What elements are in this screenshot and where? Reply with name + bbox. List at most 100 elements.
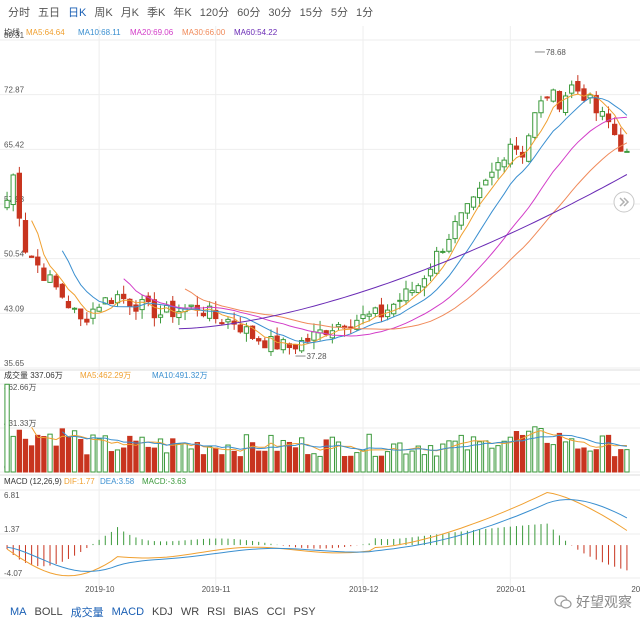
period-tab-11[interactable]: 5分 <box>327 3 352 23</box>
candle <box>624 150 630 153</box>
volume-bar <box>84 454 90 473</box>
candle <box>446 238 452 252</box>
macd-tick-label: 6.81 <box>4 491 20 500</box>
candle <box>292 343 299 350</box>
ma-legend-item: MA60:54.22 <box>234 28 278 37</box>
period-tab-2[interactable]: 日K <box>64 3 90 23</box>
candle <box>10 174 16 206</box>
candle <box>391 303 397 315</box>
volume-bar <box>360 449 366 473</box>
candle <box>569 84 575 94</box>
period-tab-8[interactable]: 60分 <box>233 3 264 23</box>
indicator-tabs: MA BOLL 成交量 MACD KDJ WR RSI BIAS CCI PSY <box>0 602 640 622</box>
candle <box>335 324 342 328</box>
candle <box>532 112 538 138</box>
candle <box>538 100 544 114</box>
date-tick-label: 2019-11 <box>202 585 231 594</box>
indicator-tab-0[interactable]: MA <box>6 606 31 618</box>
volume-bar <box>569 438 575 473</box>
period-tab-12[interactable]: 1分 <box>352 3 377 23</box>
volume-bar <box>16 429 22 473</box>
volume-bar <box>90 434 96 473</box>
volume-bar <box>341 456 348 473</box>
price-tick-label: 50.54 <box>4 250 25 259</box>
volume-bar <box>292 447 299 473</box>
volume-bar <box>489 447 495 473</box>
candle <box>59 283 65 298</box>
indicator-tab-7[interactable]: BIAS <box>229 606 262 618</box>
volume-bar <box>323 439 329 473</box>
dea-line <box>7 499 628 572</box>
volume-bar <box>286 441 293 473</box>
indicator-tab-3[interactable]: MACD <box>108 606 148 618</box>
period-tab-3[interactable]: 周K <box>90 3 116 23</box>
indicator-tab-4[interactable]: KDJ <box>148 606 177 618</box>
indicator-tab-5[interactable]: WR <box>177 606 203 618</box>
candle <box>225 318 231 323</box>
volume-bar <box>35 434 41 473</box>
volume-bar <box>108 451 115 473</box>
candle <box>35 256 41 266</box>
ma-legend-item: MA10:68.11 <box>78 28 121 37</box>
date-tick-label: 2020-01 <box>496 585 526 594</box>
period-tab-1[interactable]: 五日 <box>34 3 64 23</box>
ma-legend-item: MA5:64.64 <box>26 28 65 37</box>
volume-legend-item: 成交量 337.06万 <box>4 370 63 380</box>
volume-bar <box>556 432 563 473</box>
indicator-tab-8[interactable]: CCI <box>263 606 290 618</box>
volume-bar <box>59 428 65 473</box>
period-tab-7[interactable]: 120分 <box>196 3 233 23</box>
price-tick-label: 43.09 <box>4 304 25 313</box>
candle <box>28 255 35 258</box>
candle <box>550 89 556 102</box>
candle <box>96 306 102 312</box>
candle <box>22 220 29 253</box>
candle <box>458 212 464 226</box>
volume-bar <box>262 450 268 473</box>
volume-bar <box>274 450 280 473</box>
volume-bar <box>188 448 194 473</box>
volume-bar <box>176 443 182 473</box>
volume-bar <box>41 436 47 473</box>
collapse-button[interactable] <box>612 190 636 219</box>
indicator-tab-9[interactable]: PSY <box>290 606 320 618</box>
volume-bar <box>415 445 421 473</box>
period-tab-9[interactable]: 30分 <box>264 3 295 23</box>
candle <box>243 326 250 334</box>
volume-bar <box>446 440 452 473</box>
candle <box>366 313 372 317</box>
candle <box>206 305 213 319</box>
period-tab-5[interactable]: 季K <box>143 3 169 23</box>
volume-bar <box>550 444 556 473</box>
volume-bar <box>194 442 200 473</box>
volume-bar <box>526 430 532 473</box>
candle <box>452 221 458 240</box>
candle <box>151 299 158 319</box>
candle <box>121 293 127 300</box>
volume-bar <box>483 440 489 473</box>
indicator-tab-6[interactable]: RSI <box>203 606 229 618</box>
volume-bar <box>65 436 72 473</box>
volume-bar <box>434 455 440 473</box>
indicator-tab-2[interactable]: 成交量 <box>67 604 108 620</box>
macd-legend-item: DIF:1.77 <box>64 477 95 486</box>
period-tab-0[interactable]: 分时 <box>4 3 34 23</box>
volume-bar <box>354 452 360 473</box>
candle <box>513 145 520 150</box>
macd-title: MACD (12,26,9) <box>4 477 62 486</box>
candle <box>360 314 366 319</box>
period-tab-6[interactable]: 年K <box>169 3 195 23</box>
volume-bar <box>599 435 606 473</box>
volume-bar <box>22 438 29 473</box>
volume-bar <box>538 427 544 473</box>
volume-bar <box>513 431 520 473</box>
indicator-tab-1[interactable]: BOLL <box>31 606 67 618</box>
volume-bar <box>612 456 618 473</box>
volume-bar <box>163 452 170 473</box>
candle <box>65 300 72 309</box>
candle <box>581 88 587 101</box>
period-tab-10[interactable]: 15分 <box>296 3 327 23</box>
volume-bar <box>121 447 127 473</box>
ma20-line <box>123 116 627 337</box>
period-tab-4[interactable]: 月K <box>117 3 143 23</box>
